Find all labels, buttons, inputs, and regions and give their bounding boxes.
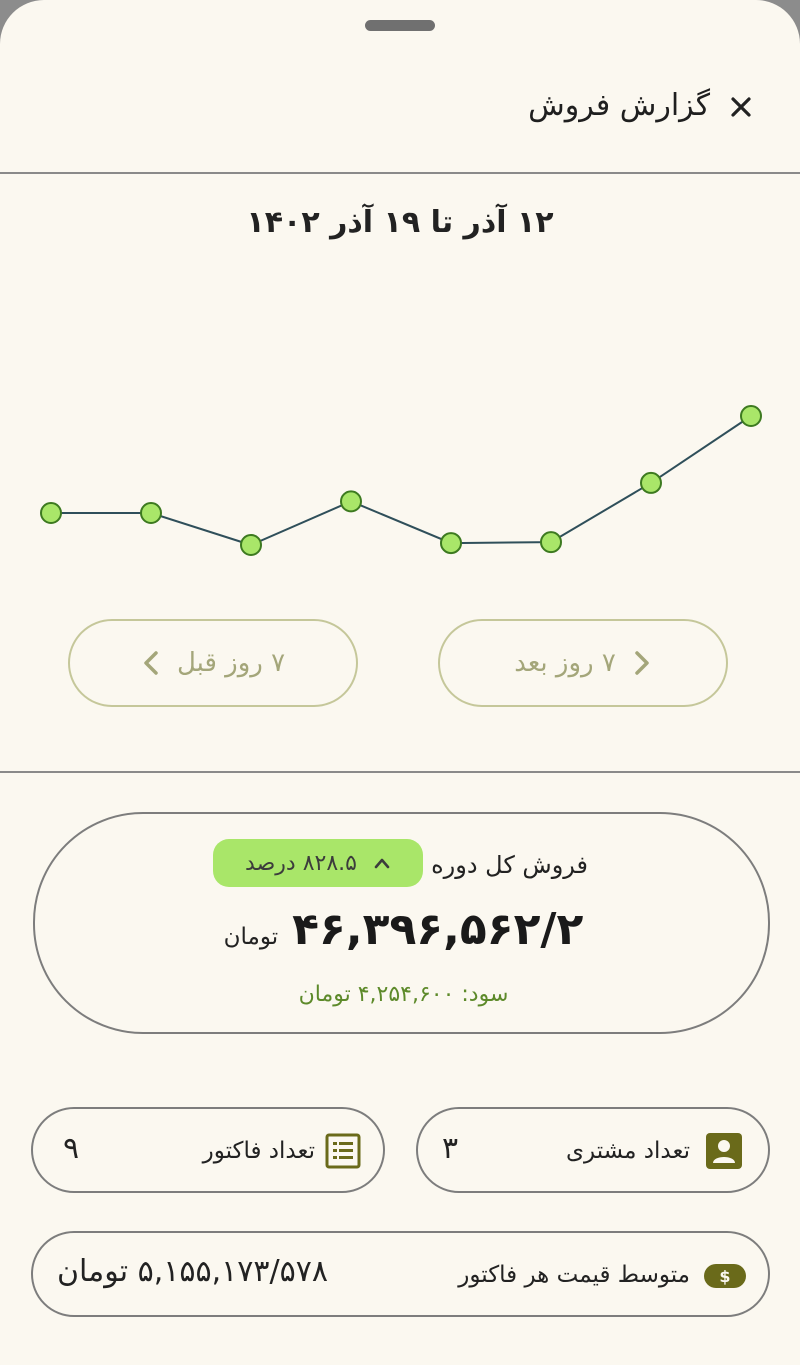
data-point[interactable] (540, 531, 562, 554)
previous-7-days-label: ۷ روز قبل (176, 648, 286, 678)
data-point[interactable] (440, 532, 462, 555)
chevron-left-icon (144, 651, 158, 675)
invoice-list-icon (325, 1133, 361, 1169)
page-title: گزارش فروش (528, 88, 710, 123)
svg-text:$: $ (719, 1267, 730, 1286)
sales-line-chart (40, 405, 762, 557)
sales-report-sheet: گزارش فروش ۱۲ آذر تا ۱۹ آذر ۱۴۰۲ ۷ روز ب… (0, 0, 800, 1365)
divider (0, 172, 800, 174)
dollar-icon: $ (704, 1264, 746, 1288)
customer-count-label: تعداد مشتری (566, 1138, 690, 1164)
data-point[interactable] (40, 502, 62, 524)
data-point[interactable] (640, 471, 662, 494)
average-invoice-value: ۵,۱۵۵,۱۷۳/۵۷۸ تومان (57, 1254, 328, 1289)
total-amount: ۴۶,۳۹۶,۵۶۲/۲ (292, 904, 584, 955)
invoice-count-value: ۹ (63, 1131, 80, 1166)
change-percent: ۸۲۸.۵ درصد (245, 850, 357, 876)
next-7-days-label: ۷ روز بعد (514, 648, 616, 678)
profit-text: سود: ۴,۲۵۴,۶۰۰ تومان (298, 982, 509, 1007)
change-badge: ۸۲۸.۵ درصد (213, 839, 423, 887)
person-icon (706, 1133, 742, 1169)
average-invoice-card: $ متوسط قیمت هر فاکتور ۵,۱۵۵,۱۷۳/۵۷۸ توم… (31, 1231, 770, 1317)
next-7-days-button[interactable]: ۷ روز بعد (438, 619, 728, 707)
drag-handle[interactable] (365, 20, 435, 31)
chevron-up-icon (374, 858, 390, 869)
total-sales-value: ۴۶,۳۹۶,۵۶۲/۲ تومان (35, 904, 772, 955)
date-range: ۱۲ آذر تا ۱۹ آذر ۱۴۰۲ (246, 205, 554, 240)
total-sales-card: فروش کل دوره ۸۲۸.۵ درصد ۴۶,۳۹۶,۵۶۲/۲ توم… (33, 812, 770, 1034)
close-icon[interactable] (728, 94, 754, 120)
customer-count-value: ۳ (442, 1131, 459, 1166)
customer-count-card: تعداد مشتری ۳ (416, 1107, 770, 1193)
divider (0, 771, 800, 773)
data-point[interactable] (740, 405, 762, 427)
previous-7-days-button[interactable]: ۷ روز قبل (68, 619, 358, 707)
average-invoice-label: متوسط قیمت هر فاکتور (458, 1262, 690, 1288)
chevron-right-icon (635, 651, 649, 675)
total-sales-label: فروش کل دوره (431, 851, 588, 879)
invoice-count-label: تعداد فاکتور (202, 1138, 315, 1164)
currency-unit: تومان (223, 924, 279, 950)
data-point[interactable] (240, 534, 262, 557)
invoice-count-card: تعداد فاکتور ۹ (31, 1107, 385, 1193)
data-point[interactable] (340, 490, 362, 513)
data-point[interactable] (140, 502, 162, 524)
